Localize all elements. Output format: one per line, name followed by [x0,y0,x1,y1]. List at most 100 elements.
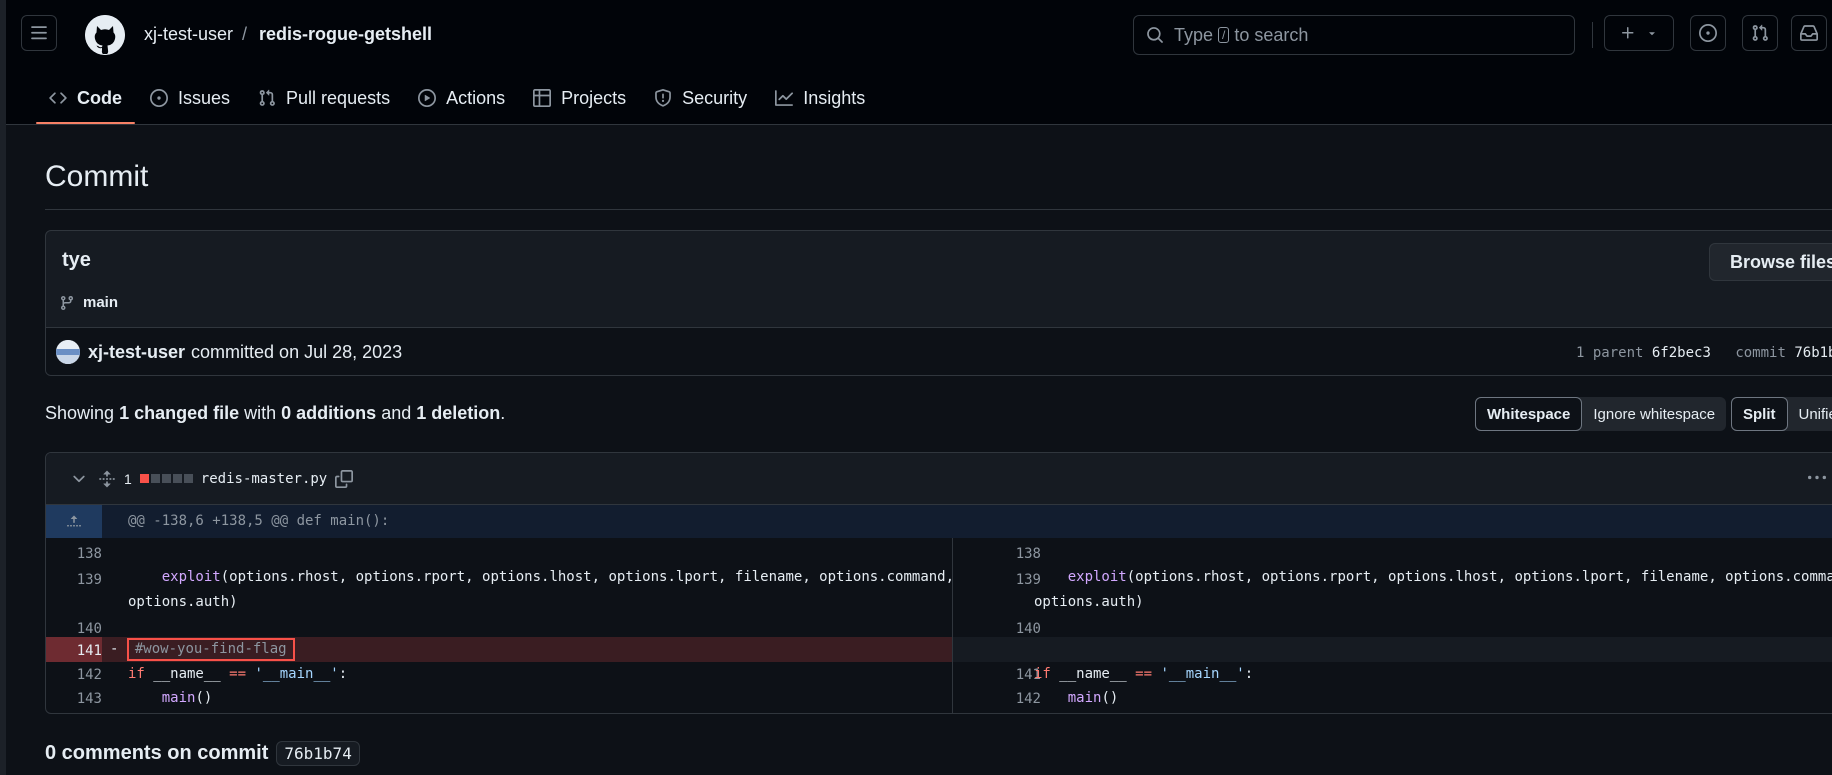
code-line: options.auth) [1034,590,1144,615]
tab-insights[interactable]: Insights [762,80,878,116]
line-number[interactable]: 139 [985,572,1041,588]
diff-summary: Showing 1 changed file with 0 additions … [45,403,505,424]
plus-icon [1622,27,1634,39]
repo-owner-link[interactable]: xj-test-user [144,24,233,45]
code-token: main [1067,690,1102,706]
line-number[interactable]: 138 [46,546,102,562]
unified-option[interactable]: Unifie [1788,397,1832,431]
triangle-down-icon [1649,32,1655,36]
inbox-icon [1800,25,1818,41]
summary-and: and [381,403,412,423]
code-token: options.auth) [128,594,238,610]
line-number[interactable]: 141 [46,643,102,659]
code-token: == [1135,666,1153,682]
file-diff: 1 redis-master.py @@ -138,6 +138,5 @@ de… [45,452,1832,714]
deletion-marker: - [110,641,119,657]
parent-hash-link[interactable]: 6f2bec3 [1652,345,1711,361]
create-new-button[interactable] [1604,15,1674,51]
search-input[interactable]: Type / to search [1133,15,1575,55]
pull-request-icon [259,89,275,106]
hamburger-icon [31,26,47,40]
expand-up-button[interactable] [46,505,102,538]
commit-author: xj-test-user committed on Jul 28, 2023 [56,340,402,364]
summary-changed: 1 changed file [119,403,240,423]
file-name-link[interactable]: redis-master.py [201,471,327,487]
commit-hash: 76b1b7 [1794,345,1832,361]
ignore-whitespace-option[interactable]: Ignore whitespace [1582,397,1726,431]
file-header: 1 redis-master.py [46,453,1832,505]
commit-info-box: tye main Browse files xj-test-user commi… [45,230,1832,376]
repo-nav-tabs: Code Issues Pull requests Actions Projec… [36,80,880,124]
committed-date: committed on Jul 28, 2023 [191,341,403,362]
code-line: if __name__ == '__main__': [128,662,347,687]
diffstat-neutral-block [161,474,171,483]
code-token: options.auth) [1034,594,1144,610]
branch-link[interactable]: main [59,294,118,311]
line-number[interactable]: 142 [46,667,102,683]
highlighted-deleted-comment: #wow-you-find-flag [126,638,295,661]
shield-icon [655,89,672,107]
diffstat-bar [139,474,193,483]
code-token: () [195,690,213,706]
kebab-horizontal-icon[interactable] [1808,469,1826,487]
tab-actions-label: Actions [446,87,506,108]
inbox-button[interactable] [1791,15,1827,51]
commit-hashes: 1 parent 6f2bec3 commit 76b1b7 [1576,345,1832,361]
issue-icon [150,89,168,107]
pull-requests-button[interactable] [1742,15,1778,51]
code-line: main() [128,686,213,711]
chevron-down-icon[interactable] [70,470,88,488]
view-mode-toggle: Split Unifie [1731,397,1832,431]
avatar[interactable] [56,340,80,364]
author-link[interactable]: xj-test-user [88,342,185,363]
code-line: exploit(options.rhost, options.rport, op… [128,565,954,590]
repo-name-link[interactable]: redis-rogue-getshell [259,24,432,45]
comments-label: 0 comments on commit [45,742,269,764]
code-token: if [1034,666,1051,682]
whitespace-option[interactable]: Whitespace [1475,397,1583,431]
github-logo-icon[interactable] [85,15,125,55]
diff-change-count: 1 [124,470,132,487]
tab-projects-label: Projects [561,87,627,108]
code-icon [49,92,67,104]
diffstat-neutral-block [183,474,193,483]
line-number[interactable]: 141 [985,667,1041,683]
line-number[interactable]: 139 [46,572,102,588]
git-branch-icon [60,295,73,310]
tab-code-label: Code [77,87,122,108]
tab-pull-requests[interactable]: Pull requests [245,80,403,116]
line-number[interactable]: 142 [985,691,1041,707]
copy-icon[interactable] [335,469,354,488]
tab-issues-label: Issues [178,87,231,108]
branch-name: main [83,294,119,311]
summary-with: with [244,403,277,423]
whitespace-toggle: Whitespace Ignore whitespace [1475,397,1727,431]
parent-label: 1 parent [1576,345,1644,361]
code-token: (options.rhost, options.rport, options.l… [220,569,955,585]
issues-button[interactable] [1690,15,1726,51]
browse-files-button[interactable]: Browse files [1709,243,1832,281]
tab-security[interactable]: Security [641,80,760,116]
play-icon [418,89,437,107]
tab-issues[interactable]: Issues [137,80,243,116]
split-option[interactable]: Split [1731,397,1788,431]
fold-up-icon [67,515,81,526]
menu-button[interactable] [21,15,57,51]
code-line: options.auth) [128,590,238,615]
tab-projects[interactable]: Projects [520,80,639,116]
empty-line-placeholder [953,637,1832,662]
search-placeholder-end: to search [1234,24,1309,45]
line-number[interactable]: 138 [985,546,1041,562]
line-number[interactable]: 143 [46,691,102,707]
diffstat-deleted-block [139,474,149,483]
path-separator: / [242,24,248,44]
hunk-header: @@ -138,6 +138,5 @@ def main(): [46,505,1832,538]
tab-code[interactable]: Code [36,80,135,124]
code-line: main() [1034,686,1119,711]
line-number[interactable]: 140 [46,621,102,637]
graph-icon [775,90,794,106]
issue-opened-icon [1699,24,1717,42]
unfold-icon[interactable] [98,470,116,488]
tab-actions[interactable]: Actions [405,80,518,116]
line-number[interactable]: 140 [985,621,1041,637]
